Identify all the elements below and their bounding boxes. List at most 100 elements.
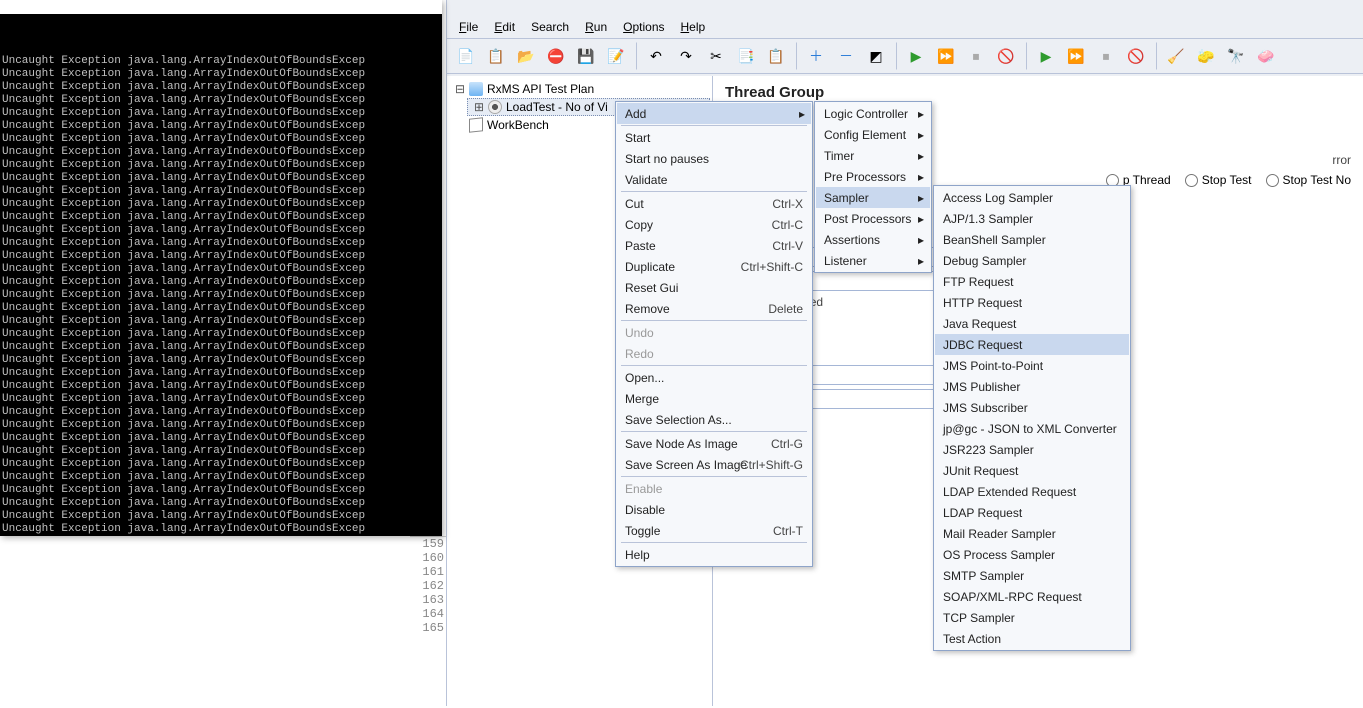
ctx-save-screen-as-image[interactable]: Save Screen As ImageCtrl+Shift-G bbox=[617, 454, 811, 475]
shutdown-icon[interactable]: 🚫 bbox=[992, 42, 1020, 70]
ctx-paste[interactable]: PasteCtrl-V bbox=[617, 235, 811, 256]
sampler-ajp-sampler[interactable]: AJP/1.3 Sampler bbox=[935, 208, 1129, 229]
ctx-cut[interactable]: CutCtrl-X bbox=[617, 193, 811, 214]
menu-help[interactable]: Help bbox=[673, 17, 714, 37]
sampler-jdbc-request[interactable]: JDBC Request bbox=[935, 334, 1129, 355]
remote-stop-icon[interactable]: ⏹ bbox=[1092, 42, 1120, 70]
cmd-console: C:\Windows\System32\cmd.exe - jmeter.bat… bbox=[0, 0, 442, 536]
copy-icon[interactable]: 📑 bbox=[732, 42, 760, 70]
radio-stop-test[interactable]: Stop Test bbox=[1185, 173, 1252, 187]
ctx-help[interactable]: Help bbox=[617, 544, 811, 565]
tree-load-label: LoadTest - No of Vi bbox=[506, 100, 608, 114]
start-no-pause-icon[interactable]: ⏩ bbox=[932, 42, 960, 70]
ctx-toggle[interactable]: ToggleCtrl-T bbox=[617, 520, 811, 541]
sampler-debug-sampler[interactable]: Debug Sampler bbox=[935, 250, 1129, 271]
ctx-merge[interactable]: Merge bbox=[617, 388, 811, 409]
sampler-tcp-sampler[interactable]: TCP Sampler bbox=[935, 607, 1129, 628]
ctx-start[interactable]: Start bbox=[617, 127, 811, 148]
search-icon[interactable]: 🔭 bbox=[1222, 42, 1250, 70]
sampler-test-action[interactable]: Test Action bbox=[935, 628, 1129, 649]
window-path bbox=[447, 0, 1363, 16]
context-menu[interactable]: Add▸ StartStart no pausesValidate CutCtrl-… bbox=[615, 101, 813, 567]
add-post-processors[interactable]: Post Processors▸ bbox=[816, 208, 930, 229]
twisty-icon[interactable]: ⊟ bbox=[455, 82, 465, 96]
toggle-icon[interactable]: ◩ bbox=[862, 42, 890, 70]
ctx-disable[interactable]: Disable bbox=[617, 499, 811, 520]
onerror-label: rror bbox=[1332, 153, 1351, 167]
sampler-jms-point-to-point[interactable]: JMS Point-to-Point bbox=[935, 355, 1129, 376]
ctx-open-[interactable]: Open... bbox=[617, 367, 811, 388]
add-logic-controller[interactable]: Logic Controller▸ bbox=[816, 103, 930, 124]
save-icon[interactable]: 💾 bbox=[572, 42, 600, 70]
add-assertions[interactable]: Assertions▸ bbox=[816, 229, 930, 250]
workbench-icon bbox=[469, 117, 483, 132]
ctx-enable[interactable]: Enable bbox=[617, 478, 811, 499]
expand-icon[interactable]: ＋ bbox=[802, 42, 830, 70]
paste-icon[interactable]: 📋 bbox=[762, 42, 790, 70]
ctx-reset-gui[interactable]: Reset Gui bbox=[617, 277, 811, 298]
templates-icon[interactable]: 📋 bbox=[482, 42, 510, 70]
ctx-save-selection-as-[interactable]: Save Selection As... bbox=[617, 409, 811, 430]
clear-all-icon[interactable]: 🧽 bbox=[1192, 42, 1220, 70]
ctx-redo[interactable]: Redo bbox=[617, 343, 811, 364]
sampler-soap-xml-rpc-request[interactable]: SOAP/XML-RPC Request bbox=[935, 586, 1129, 607]
redo-icon[interactable]: ↷ bbox=[672, 42, 700, 70]
remote-shutdown-icon[interactable]: 🚫 bbox=[1122, 42, 1150, 70]
twisty-icon[interactable]: ⊞ bbox=[474, 100, 484, 114]
ctx-duplicate[interactable]: DuplicateCtrl+Shift-C bbox=[617, 256, 811, 277]
menubar[interactable]: File Edit Search Run Options Help bbox=[447, 16, 1363, 38]
ctx-save-node-as-image[interactable]: Save Node As ImageCtrl-G bbox=[617, 433, 811, 454]
sampler-os-process-sampler[interactable]: OS Process Sampler bbox=[935, 544, 1129, 565]
sampler-junit-request[interactable]: JUnit Request bbox=[935, 460, 1129, 481]
ctx-undo[interactable]: Undo bbox=[617, 322, 811, 343]
ctx-add[interactable]: Add▸ bbox=[617, 103, 811, 124]
sampler-beanshell-sampler[interactable]: BeanShell Sampler bbox=[935, 229, 1129, 250]
sampler-ftp-request[interactable]: FTP Request bbox=[935, 271, 1129, 292]
ctx-copy[interactable]: CopyCtrl-C bbox=[617, 214, 811, 235]
tree-root-label: RxMS API Test Plan bbox=[487, 82, 594, 96]
sampler-ldap-request[interactable]: LDAP Request bbox=[935, 502, 1129, 523]
ctx-start-no-pauses[interactable]: Start no pauses bbox=[617, 148, 811, 169]
new-icon[interactable]: 📄 bbox=[452, 42, 480, 70]
clear-icon[interactable]: 🧹 bbox=[1162, 42, 1190, 70]
open-icon[interactable]: 📂 bbox=[512, 42, 540, 70]
sampler-submenu[interactable]: Access Log SamplerAJP/1.3 SamplerBeanShe… bbox=[933, 185, 1131, 651]
add-sampler[interactable]: Sampler▸ bbox=[816, 187, 930, 208]
panel-title: Thread Group bbox=[725, 84, 1351, 101]
collapse-icon[interactable]: － bbox=[832, 42, 860, 70]
sampler-http-request[interactable]: HTTP Request bbox=[935, 292, 1129, 313]
sampler-jsr-sampler[interactable]: JSR223 Sampler bbox=[935, 439, 1129, 460]
sampler-mail-reader-sampler[interactable]: Mail Reader Sampler bbox=[935, 523, 1129, 544]
sampler-jms-publisher[interactable]: JMS Publisher bbox=[935, 376, 1129, 397]
reset-search-icon[interactable]: 🧼 bbox=[1252, 42, 1280, 70]
cut-icon[interactable]: ✂ bbox=[702, 42, 730, 70]
undo-icon[interactable]: ↶ bbox=[642, 42, 670, 70]
sampler-smtp-sampler[interactable]: SMTP Sampler bbox=[935, 565, 1129, 586]
stop-icon[interactable]: ⏹ bbox=[962, 42, 990, 70]
remote-start-icon[interactable]: ▶ bbox=[1032, 42, 1060, 70]
add-config-element[interactable]: Config Element▸ bbox=[816, 124, 930, 145]
add-listener[interactable]: Listener▸ bbox=[816, 250, 930, 271]
menu-edit[interactable]: Edit bbox=[486, 17, 523, 37]
remote-start-all-icon[interactable]: ⏩ bbox=[1062, 42, 1090, 70]
menu-options[interactable]: Options bbox=[615, 17, 672, 37]
radio-stop-test-now[interactable]: Stop Test No bbox=[1266, 173, 1351, 187]
sampler-jms-subscriber[interactable]: JMS Subscriber bbox=[935, 397, 1129, 418]
start-icon[interactable]: ▶ bbox=[902, 42, 930, 70]
menu-file[interactable]: File bbox=[451, 17, 486, 37]
menu-search[interactable]: Search bbox=[523, 17, 577, 37]
sampler-access-log-sampler[interactable]: Access Log Sampler bbox=[935, 187, 1129, 208]
sampler-ldap-extended-request[interactable]: LDAP Extended Request bbox=[935, 481, 1129, 502]
sampler-jp-gc-json-to-xml-converter[interactable]: jp@gc - JSON to XML Converter bbox=[935, 418, 1129, 439]
menu-run[interactable]: Run bbox=[577, 17, 615, 37]
add-pre-processors[interactable]: Pre Processors▸ bbox=[816, 166, 930, 187]
ctx-remove[interactable]: RemoveDelete bbox=[617, 298, 811, 319]
ctx-validate[interactable]: Validate bbox=[617, 169, 811, 190]
save-as-icon[interactable]: 📝 bbox=[602, 42, 630, 70]
add-timer[interactable]: Timer▸ bbox=[816, 145, 930, 166]
close-icon[interactable]: ⛔ bbox=[542, 42, 570, 70]
gutter: 159 160 161 162 163 164 165 bbox=[410, 537, 450, 676]
tree-root[interactable]: ⊟ RxMS API Test Plan bbox=[449, 80, 710, 98]
sampler-java-request[interactable]: Java Request bbox=[935, 313, 1129, 334]
add-submenu[interactable]: Logic Controller▸Config Element▸Timer▸Pr… bbox=[814, 101, 932, 273]
